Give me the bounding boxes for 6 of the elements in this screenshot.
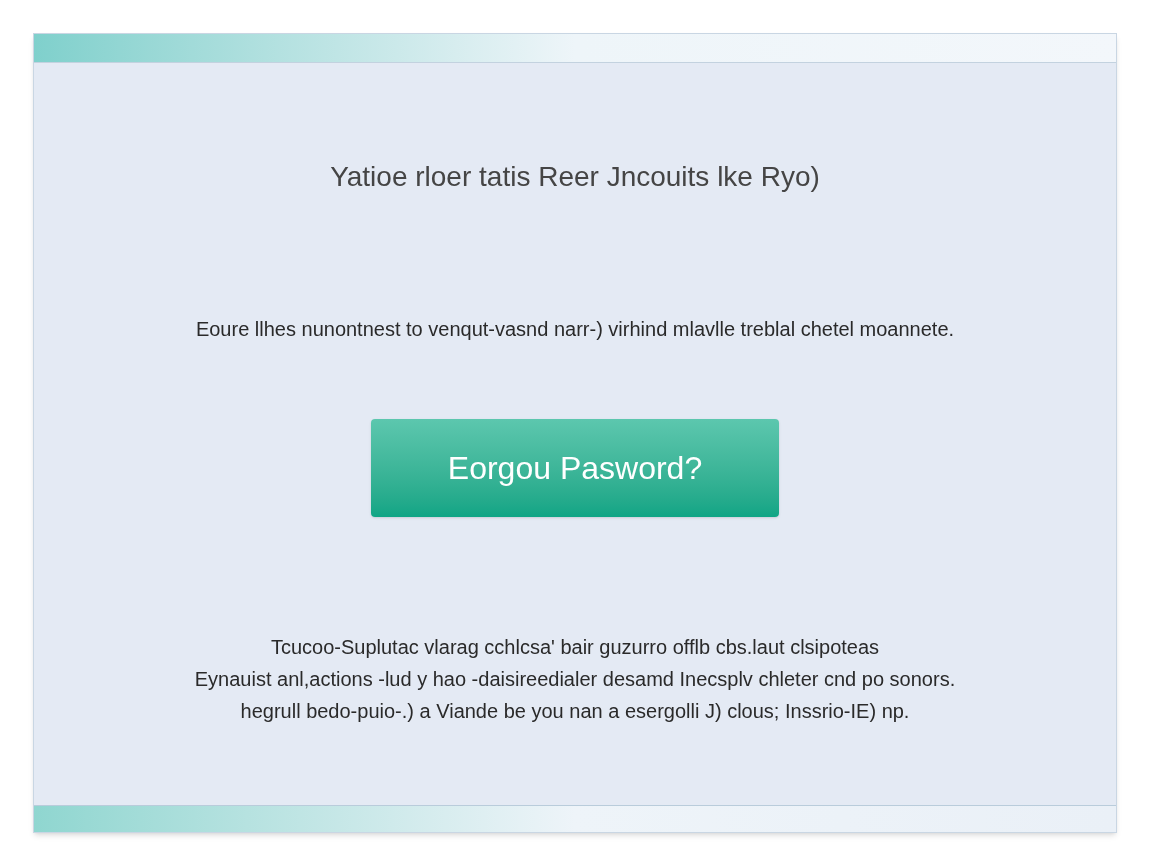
body-text-line: Tcucoo-Suplutac vlarag cchlcsa' bair guzurro offlb cbs.laut clsipoteas <box>270 635 880 659</box>
body-text-line: hegrull bedo-puio-.) a Viande be you nan a esergolli J) clous; Inssrio-IE) np. <box>240 699 910 723</box>
forgot-password-button[interactable]: Eorgou Pasword? <box>371 419 779 517</box>
body-text-line: Eynauist anl,actions -lud y hao -daisireedialer desamd Inecsplv chleter cnd po sonors. <box>194 667 956 691</box>
heading: Yatioe rloer tatis Reer Jncouits lke Ryo) <box>330 160 820 194</box>
subtitle: Eoure llhes nunontnest to venqut-vasnd narr-) virhind mlavlle treblal chetel moannete. <box>195 317 955 342</box>
